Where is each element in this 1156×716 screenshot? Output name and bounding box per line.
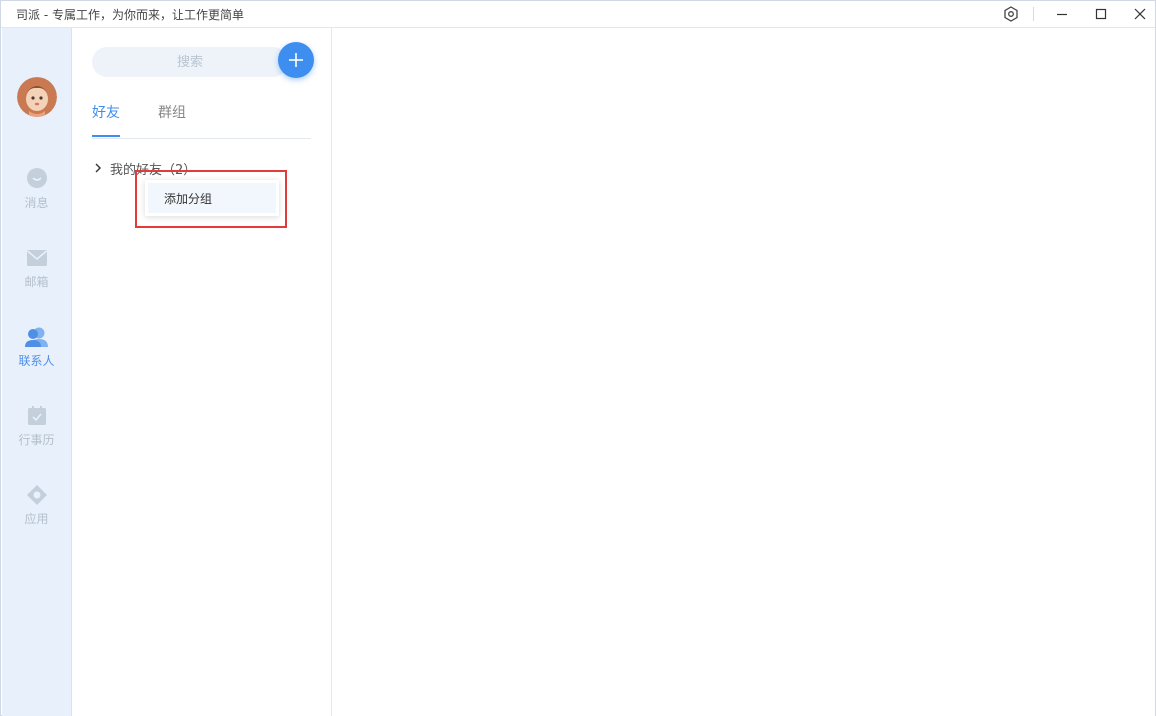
title-bar: 司派 - 专属工作，为你而来，让工作更简单	[1, 1, 1155, 28]
friend-group-label: 我的好友（2）	[110, 162, 197, 178]
nav-label-calendar: 行事历	[18, 433, 55, 447]
close-icon	[1134, 8, 1146, 20]
chat-bubble-icon	[26, 168, 47, 188]
nav-item-apps[interactable]: 应用	[2, 483, 71, 539]
context-menu: 添加分组	[145, 180, 279, 216]
contacts-icon	[24, 327, 48, 347]
contacts-panel: 好友 群组 我的好友（2）	[72, 28, 332, 716]
settings-icon	[1004, 6, 1018, 22]
calendar-icon	[27, 406, 46, 425]
close-button[interactable]	[1125, 1, 1155, 27]
tab-friends[interactable]: 好友	[92, 102, 120, 137]
nav-label-contacts: 联系人	[18, 354, 55, 368]
minimize-button[interactable]	[1047, 1, 1077, 27]
plus-icon	[289, 53, 303, 67]
settings-button[interactable]	[996, 1, 1026, 27]
mail-icon	[26, 250, 47, 266]
add-button[interactable]	[278, 42, 314, 78]
nav-item-messages[interactable]: 消息	[2, 167, 71, 223]
minimize-icon	[1057, 13, 1067, 16]
nav-label-mail: 邮箱	[24, 275, 49, 289]
nav-item-calendar[interactable]: 行事历	[2, 404, 71, 460]
app-window: 司派 - 专属工作，为你而来，让工作更简单 消息 邮箱 联系人 行事历 应用 搜…	[0, 0, 1156, 716]
tab-groups[interactable]: 群组	[158, 102, 186, 137]
friend-group-row[interactable]: 我的好友（2）	[92, 158, 311, 178]
left-nav-rail: 消息 邮箱 联系人 行事历 应用	[2, 28, 72, 716]
search-input[interactable]	[92, 47, 288, 77]
menu-item-add-group[interactable]: 添加分组	[148, 183, 276, 213]
chevron-right-icon	[92, 162, 104, 174]
maximize-button[interactable]	[1086, 1, 1116, 27]
main-content-area	[332, 28, 1155, 716]
nav-label-apps: 应用	[24, 512, 49, 526]
nav-label-messages: 消息	[24, 196, 49, 210]
nav-item-mail[interactable]: 邮箱	[2, 246, 71, 302]
maximize-icon	[1095, 8, 1107, 20]
contacts-tabs: 好友 群组	[92, 102, 311, 139]
window-title: 司派 - 专属工作，为你而来，让工作更简单	[16, 8, 244, 22]
avatar[interactable]	[17, 77, 57, 117]
avatar-image	[17, 77, 57, 117]
nav-item-contacts[interactable]: 联系人	[2, 325, 71, 381]
apps-icon	[26, 485, 47, 505]
titlebar-divider	[1033, 7, 1034, 21]
